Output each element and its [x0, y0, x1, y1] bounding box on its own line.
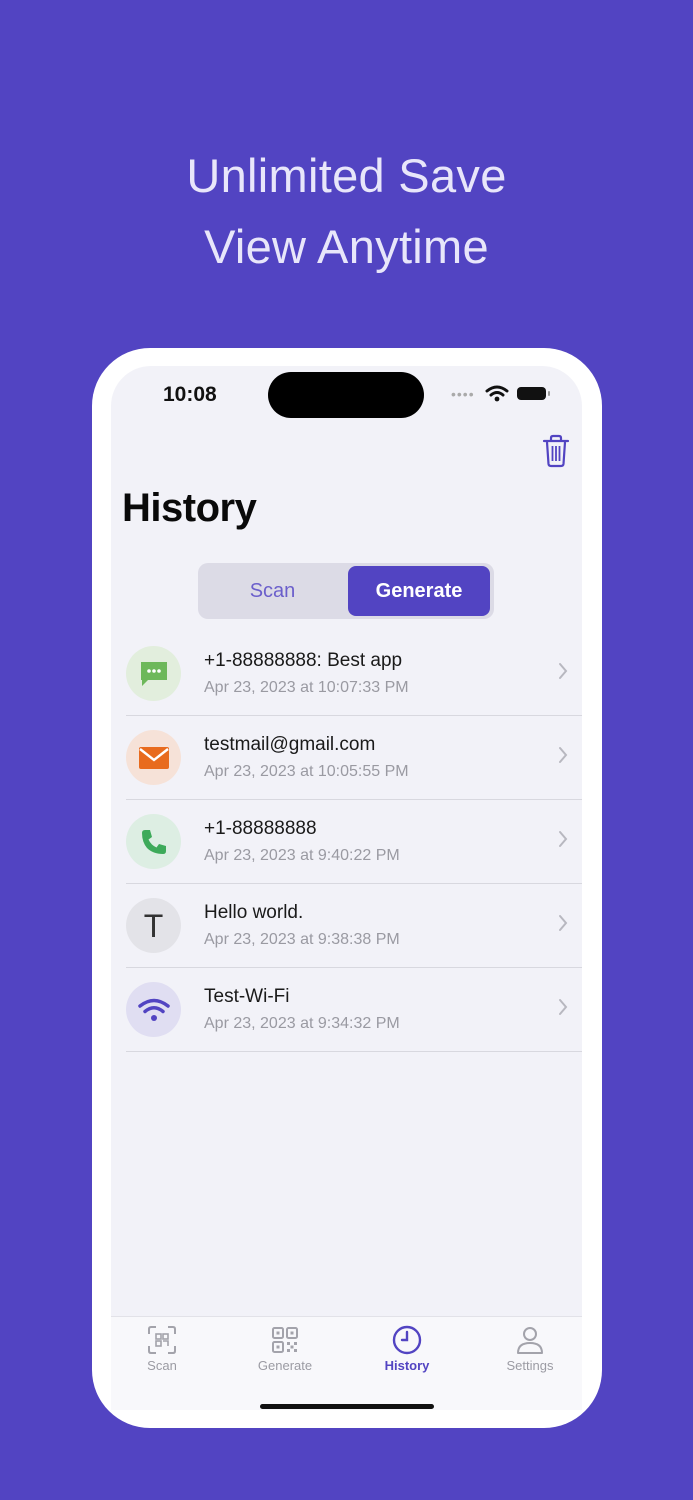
tab-label: Generate	[257, 1358, 313, 1373]
promo-headline-line1: Unlimited Save	[186, 149, 507, 202]
dynamic-island	[268, 372, 424, 418]
chevron-right-icon	[559, 831, 568, 847]
qr-code-icon	[272, 1327, 298, 1353]
row-date: Apr 23, 2023 at 10:07:33 PM	[204, 679, 409, 696]
segment-scan[interactable]: Scan	[201, 566, 344, 616]
chevron-right-icon	[559, 915, 568, 931]
tab-label: Scan	[147, 1358, 177, 1373]
battery-icon	[517, 387, 550, 400]
row-title: Hello world.	[204, 902, 304, 923]
tab-bar: Scan Generate History Settings	[111, 1316, 582, 1410]
clock-icon	[392, 1325, 422, 1355]
row-date: Apr 23, 2023 at 10:05:55 PM	[204, 763, 409, 780]
page-title: History	[122, 486, 257, 530]
row-title: Test-Wi-Fi	[204, 986, 290, 1007]
row-title: +1-88888888	[204, 818, 317, 839]
history-row-email[interactable]: testmail@gmail.com Apr 23, 2023 at 10:05…	[126, 716, 582, 800]
row-date: Apr 23, 2023 at 9:40:22 PM	[204, 847, 400, 864]
signal-icon: ••••	[451, 386, 475, 402]
row-title: testmail@gmail.com	[204, 734, 376, 755]
history-row-text[interactable]: T Hello world. Apr 23, 2023 at 9:38:38 P…	[126, 884, 582, 968]
tab-settings[interactable]: Settings	[480, 1325, 580, 1373]
status-time: 10:08	[163, 383, 217, 406]
tab-label: Settings	[506, 1358, 554, 1373]
history-row-message[interactable]: +1-88888888: Best app Apr 23, 2023 at 10…	[126, 632, 582, 716]
history-row-wifi[interactable]: Test-Wi-Fi Apr 23, 2023 at 9:34:32 PM	[126, 968, 582, 1052]
wifi-icon	[126, 982, 181, 1037]
person-icon	[517, 1327, 543, 1354]
phone-icon	[126, 814, 181, 869]
tab-history[interactable]: History	[357, 1325, 457, 1373]
chevron-right-icon	[559, 663, 568, 679]
phone-screen: 10:08 •••• History Scan Generate +1-8888…	[111, 366, 582, 1410]
text-glyph: T	[143, 908, 164, 944]
chevron-right-icon	[559, 999, 568, 1015]
segment-generate[interactable]: Generate	[348, 566, 490, 616]
text-icon: T	[126, 898, 181, 953]
history-row-phone[interactable]: +1-88888888 Apr 23, 2023 at 9:40:22 PM	[126, 800, 582, 884]
trash-icon[interactable]	[541, 434, 571, 468]
segmented-control: Scan Generate	[198, 563, 494, 619]
row-date: Apr 23, 2023 at 9:34:32 PM	[204, 1015, 400, 1032]
row-date: Apr 23, 2023 at 9:38:38 PM	[204, 931, 400, 948]
home-indicator[interactable]	[260, 1404, 434, 1409]
message-icon	[126, 646, 181, 701]
tab-scan[interactable]: Scan	[112, 1325, 212, 1373]
history-list: +1-88888888: Best app Apr 23, 2023 at 10…	[126, 632, 582, 1052]
row-title: +1-88888888: Best app	[204, 650, 403, 671]
wifi-status-icon	[485, 385, 509, 402]
scan-icon	[148, 1326, 176, 1354]
tab-generate[interactable]: Generate	[235, 1325, 335, 1373]
chevron-right-icon	[559, 747, 568, 763]
mail-icon	[126, 730, 181, 785]
promo-headline-line2: View Anytime	[204, 220, 489, 273]
tab-label: History	[384, 1358, 430, 1373]
